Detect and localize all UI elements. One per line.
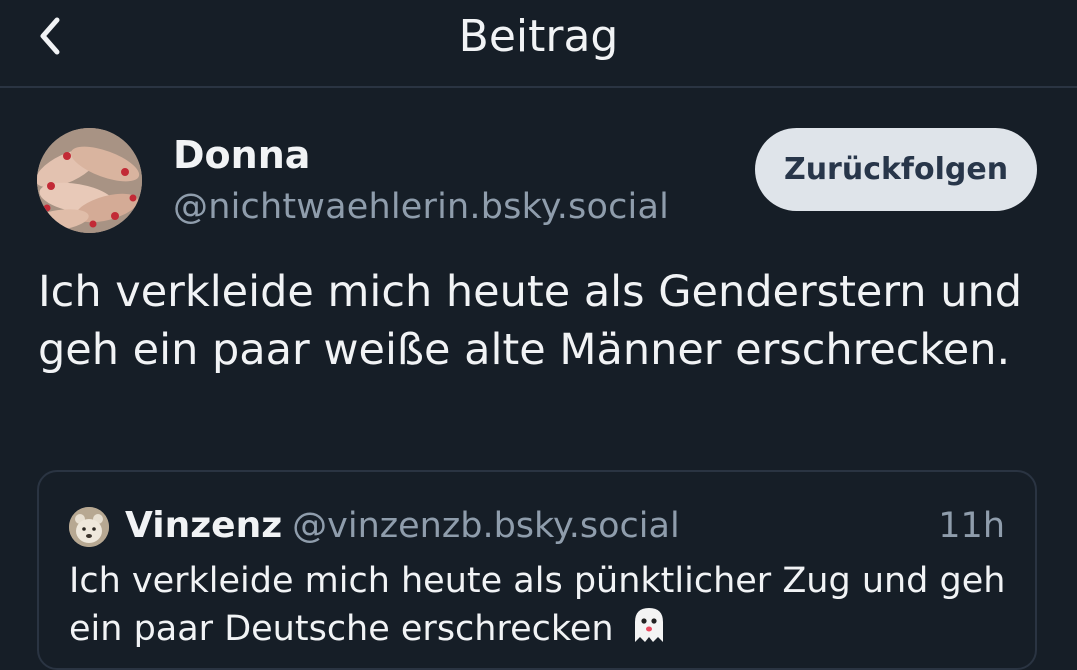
quote-header: Vinzenz @vinzenzb.bsky.social [125, 502, 680, 550]
author-avatar[interactable] [37, 128, 142, 233]
author-display-name[interactable]: Donna [173, 130, 310, 180]
post-text: Ich verkleide mich heute als Genderstern… [38, 267, 1023, 375]
follow-back-button[interactable]: Zurückfolgen [755, 128, 1037, 211]
quote-text-block: Ich verkleide mich heute als pünktlicher… [69, 558, 1019, 656]
quote-author-name[interactable]: Vinzenz [125, 505, 282, 546]
top-bar: Beitrag [0, 0, 1077, 88]
author-handle[interactable]: @nichtwaehlerin.bsky.social [173, 183, 669, 231]
quote-text: Ich verkleide mich heute als pünktlicher… [69, 561, 1006, 649]
page-title: Beitrag [458, 11, 619, 62]
quote-author-avatar[interactable] [69, 507, 109, 547]
ghost-icon [629, 604, 669, 656]
quoted-post[interactable]: Vinzenz @vinzenzb.bsky.social 11h Ich ver… [37, 470, 1037, 670]
quote-timestamp: 11h [938, 506, 1005, 546]
avatar-bear-photo [69, 507, 109, 547]
avatar-hands-photo [37, 128, 142, 233]
quote-author-handle[interactable]: @vinzenzb.bsky.social [292, 506, 680, 546]
